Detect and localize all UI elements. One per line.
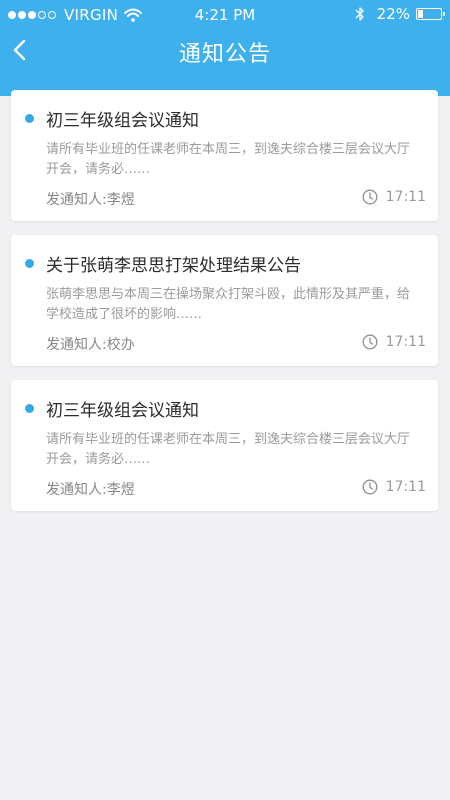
notice-summary: 张萌李思思与本周三在操场聚众打架斗殴，此情形及其严重，给学校造成了很坏的影响……: [46, 287, 411, 322]
battery-fill: [418, 10, 423, 18]
notice-time-label: 17:11: [385, 479, 426, 495]
status-right: 22%: [355, 5, 445, 23]
clock-icon: [362, 189, 378, 205]
notice-title: 初三年级组会议通知: [46, 111, 199, 131]
clock-icon: [362, 334, 378, 350]
battery-tip: [443, 12, 445, 16]
notice-time: 17:11: [362, 334, 426, 350]
notice-summary: 请所有毕业班的任课老师在本周三，到逸夫综合楼三层会议大厅开会，请务必……: [46, 142, 411, 177]
notice-time: 17:11: [362, 189, 426, 205]
bullet-dot: [25, 259, 34, 268]
notice-card[interactable]: 初三年级组会议通知 请所有毕业班的任课老师在本周三，到逸夫综合楼三层会议大厅开会…: [11, 90, 438, 221]
notice-summary: 请所有毕业班的任课老师在本周三，到逸夫综合楼三层会议大厅开会，请务必……: [46, 432, 411, 467]
clock-icon: [362, 479, 378, 495]
battery-percentage: 22%: [376, 5, 410, 23]
nav-bar: 通知公告: [0, 30, 450, 96]
notice-title: 关于张萌李思思打架处理结果公告: [46, 256, 301, 276]
notice-time-label: 17:11: [385, 189, 426, 205]
notice-sender: 发通知人:李煜: [46, 192, 135, 208]
notice-time-label: 17:11: [385, 334, 426, 350]
bullet-dot: [25, 404, 34, 413]
notice-sender: 发通知人:校办: [46, 337, 135, 353]
notice-time: 17:11: [362, 479, 426, 495]
notice-card[interactable]: 初三年级组会议通知 请所有毕业班的任课老师在本周三，到逸夫综合楼三层会议大厅开会…: [11, 380, 438, 511]
battery-icon: [416, 8, 445, 20]
bluetooth-icon: [355, 7, 364, 21]
bullet-dot: [25, 114, 34, 123]
header-bar: VIRGIN 4:21 PM 22% 通知公告: [0, 0, 450, 96]
status-bar: VIRGIN 4:21 PM 22%: [0, 0, 450, 30]
page-title: 通知公告: [178, 42, 271, 67]
notice-list: 初三年级组会议通知 请所有毕业班的任课老师在本周三，到逸夫综合楼三层会议大厅开会…: [11, 90, 438, 525]
notice-sender: 发通知人:李煜: [46, 482, 135, 498]
notice-card[interactable]: 关于张萌李思思打架处理结果公告 张萌李思思与本周三在操场聚众打架斗殴，此情形及其…: [11, 235, 438, 366]
notice-title: 初三年级组会议通知: [46, 401, 199, 421]
